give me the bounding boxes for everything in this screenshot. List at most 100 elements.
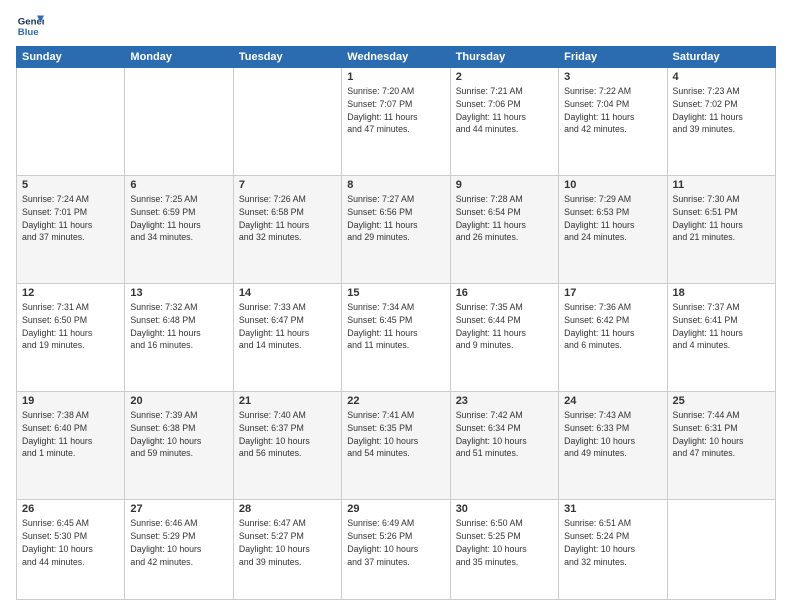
weekday-header-thursday: Thursday xyxy=(450,47,558,68)
table-row xyxy=(233,68,341,176)
day-number: 20 xyxy=(130,395,227,407)
day-number: 28 xyxy=(239,503,336,515)
day-number: 4 xyxy=(673,71,770,83)
table-row xyxy=(125,68,233,176)
table-row: 17 Sunrise: 7:36 AM Sunset: 6:42 PM Dayli… xyxy=(559,284,667,392)
day-number: 3 xyxy=(564,71,661,83)
weekday-header-saturday: Saturday xyxy=(667,47,775,68)
day-number: 19 xyxy=(22,395,119,407)
day-number: 6 xyxy=(130,179,227,191)
weekday-header-monday: Monday xyxy=(125,47,233,68)
table-row: 5Sunrise: 7:24 AM Sunset: 7:01 PM Daylig… xyxy=(17,176,125,284)
day-number: 1 xyxy=(347,71,444,83)
table-row: 29 Sunrise: 6:49 AM Sunset: 5:26 PM Dayli… xyxy=(342,500,450,600)
day-info: Sunrise: 7:43 AM Sunset: 6:33 PM Dayligh… xyxy=(564,409,661,460)
table-row: 20Sunrise: 7:39 AM Sunset: 6:38 PM Dayli… xyxy=(125,392,233,500)
day-info: Sunrise: 7:40 AM Sunset: 6:37 PM Dayligh… xyxy=(239,409,336,460)
day-info: Sunrise: 6:45 AM Sunset: 5:30 PM Dayligh… xyxy=(22,517,119,568)
day-number: 26 xyxy=(22,503,119,515)
day-number: 24 xyxy=(564,395,661,407)
table-row xyxy=(667,500,775,600)
day-number: 23 xyxy=(456,395,553,407)
table-row: 15 Sunrise: 7:34 AM Sunset: 6:45 PM Dayli… xyxy=(342,284,450,392)
table-row: 21 Sunrise: 7:40 AM Sunset: 6:37 PM Dayli… xyxy=(233,392,341,500)
day-number: 7 xyxy=(239,179,336,191)
day-number: 16 xyxy=(456,287,553,299)
day-number: 31 xyxy=(564,503,661,515)
day-number: 18 xyxy=(673,287,770,299)
day-number: 13 xyxy=(130,287,227,299)
table-row: 19 Sunrise: 7:38 AM Sunset: 6:40 PM Dayli… xyxy=(17,392,125,500)
table-row: 12 Sunrise: 7:31 AM Sunset: 6:50 PM Dayli… xyxy=(17,284,125,392)
table-row: 25 Sunrise: 7:44 AM Sunset: 6:31 PM Dayli… xyxy=(667,392,775,500)
day-info: Sunrise: 6:49 AM Sunset: 5:26 PM Dayligh… xyxy=(347,517,444,568)
table-row: 1 Sunrise: 7:20 AM Sunset: 7:07 PM Daylig… xyxy=(342,68,450,176)
header: General Blue xyxy=(16,12,776,40)
day-number: 8 xyxy=(347,179,444,191)
day-info: Sunrise: 7:31 AM Sunset: 6:50 PM Dayligh… xyxy=(22,301,119,352)
day-number: 25 xyxy=(673,395,770,407)
day-info: Sunrise: 7:37 AM Sunset: 6:41 PM Dayligh… xyxy=(673,301,770,352)
day-info: Sunrise: 6:46 AM Sunset: 5:29 PM Dayligh… xyxy=(130,517,227,568)
weekday-header-sunday: Sunday xyxy=(17,47,125,68)
day-info: Sunrise: 7:22 AM Sunset: 7:04 PM Dayligh… xyxy=(564,85,661,136)
table-row: 8 Sunrise: 7:27 AM Sunset: 6:56 PM Daylig… xyxy=(342,176,450,284)
table-row: 27 Sunrise: 6:46 AM Sunset: 5:29 PM Dayli… xyxy=(125,500,233,600)
day-number: 30 xyxy=(456,503,553,515)
calendar-table: SundayMondayTuesdayWednesdayThursdayFrid… xyxy=(16,46,776,600)
calendar-page: General Blue SundayMondayTuesdayWednesda… xyxy=(0,0,792,612)
weekday-header-wednesday: Wednesday xyxy=(342,47,450,68)
day-info: Sunrise: 7:34 AM Sunset: 6:45 PM Dayligh… xyxy=(347,301,444,352)
day-info: Sunrise: 7:26 AM Sunset: 6:58 PM Dayligh… xyxy=(239,193,336,244)
table-row: 7 Sunrise: 7:26 AM Sunset: 6:58 PM Daylig… xyxy=(233,176,341,284)
day-info: Sunrise: 7:33 AM Sunset: 6:47 PM Dayligh… xyxy=(239,301,336,352)
day-number: 11 xyxy=(673,179,770,191)
svg-text:Blue: Blue xyxy=(18,27,39,38)
table-row: 6 Sunrise: 7:25 AM Sunset: 6:59 PM Daylig… xyxy=(125,176,233,284)
day-info: Sunrise: 7:20 AM Sunset: 7:07 PM Dayligh… xyxy=(347,85,444,136)
day-number: 29 xyxy=(347,503,444,515)
day-number: 9 xyxy=(456,179,553,191)
day-info: Sunrise: 7:24 AM Sunset: 7:01 PM Dayligh… xyxy=(22,193,119,244)
day-info: Sunrise: 6:50 AM Sunset: 5:25 PM Dayligh… xyxy=(456,517,553,568)
weekday-header-row: SundayMondayTuesdayWednesdayThursdayFrid… xyxy=(17,47,776,68)
day-number: 2 xyxy=(456,71,553,83)
day-number: 22 xyxy=(347,395,444,407)
day-info: Sunrise: 7:44 AM Sunset: 6:31 PM Dayligh… xyxy=(673,409,770,460)
day-info: Sunrise: 7:36 AM Sunset: 6:42 PM Dayligh… xyxy=(564,301,661,352)
table-row: 4Sunrise: 7:23 AM Sunset: 7:02 PM Daylig… xyxy=(667,68,775,176)
table-row: 14Sunrise: 7:33 AM Sunset: 6:47 PM Dayli… xyxy=(233,284,341,392)
table-row: 18 Sunrise: 7:37 AM Sunset: 6:41 PM Dayli… xyxy=(667,284,775,392)
table-row: 22 Sunrise: 7:41 AM Sunset: 6:35 PM Dayli… xyxy=(342,392,450,500)
day-info: Sunrise: 7:29 AM Sunset: 6:53 PM Dayligh… xyxy=(564,193,661,244)
table-row: 13 Sunrise: 7:32 AM Sunset: 6:48 PM Dayli… xyxy=(125,284,233,392)
table-row: 10 Sunrise: 7:29 AM Sunset: 6:53 PM Dayli… xyxy=(559,176,667,284)
day-number: 12 xyxy=(22,287,119,299)
day-info: Sunrise: 7:41 AM Sunset: 6:35 PM Dayligh… xyxy=(347,409,444,460)
day-number: 27 xyxy=(130,503,227,515)
day-number: 17 xyxy=(564,287,661,299)
day-number: 21 xyxy=(239,395,336,407)
day-number: 15 xyxy=(347,287,444,299)
day-info: Sunrise: 7:25 AM Sunset: 6:59 PM Dayligh… xyxy=(130,193,227,244)
table-row: 30 Sunrise: 6:50 AM Sunset: 5:25 PM Dayli… xyxy=(450,500,558,600)
logo: General Blue xyxy=(16,12,48,40)
table-row xyxy=(17,68,125,176)
table-row: 23 Sunrise: 7:42 AM Sunset: 6:34 PM Dayli… xyxy=(450,392,558,500)
logo-icon: General Blue xyxy=(16,12,44,40)
weekday-header-friday: Friday xyxy=(559,47,667,68)
day-info: Sunrise: 7:32 AM Sunset: 6:48 PM Dayligh… xyxy=(130,301,227,352)
day-info: Sunrise: 7:38 AM Sunset: 6:40 PM Dayligh… xyxy=(22,409,119,460)
day-info: Sunrise: 6:47 AM Sunset: 5:27 PM Dayligh… xyxy=(239,517,336,568)
table-row: 24 Sunrise: 7:43 AM Sunset: 6:33 PM Dayli… xyxy=(559,392,667,500)
day-info: Sunrise: 6:51 AM Sunset: 5:24 PM Dayligh… xyxy=(564,517,661,568)
weekday-header-tuesday: Tuesday xyxy=(233,47,341,68)
table-row: 11 Sunrise: 7:30 AM Sunset: 6:51 PM Dayli… xyxy=(667,176,775,284)
table-row: 2Sunrise: 7:21 AM Sunset: 7:06 PM Daylig… xyxy=(450,68,558,176)
day-number: 10 xyxy=(564,179,661,191)
table-row: 3 Sunrise: 7:22 AM Sunset: 7:04 PM Daylig… xyxy=(559,68,667,176)
day-info: Sunrise: 7:30 AM Sunset: 6:51 PM Dayligh… xyxy=(673,193,770,244)
day-info: Sunrise: 7:27 AM Sunset: 6:56 PM Dayligh… xyxy=(347,193,444,244)
day-info: Sunrise: 7:42 AM Sunset: 6:34 PM Dayligh… xyxy=(456,409,553,460)
table-row: 31 Sunrise: 6:51 AM Sunset: 5:24 PM Dayli… xyxy=(559,500,667,600)
